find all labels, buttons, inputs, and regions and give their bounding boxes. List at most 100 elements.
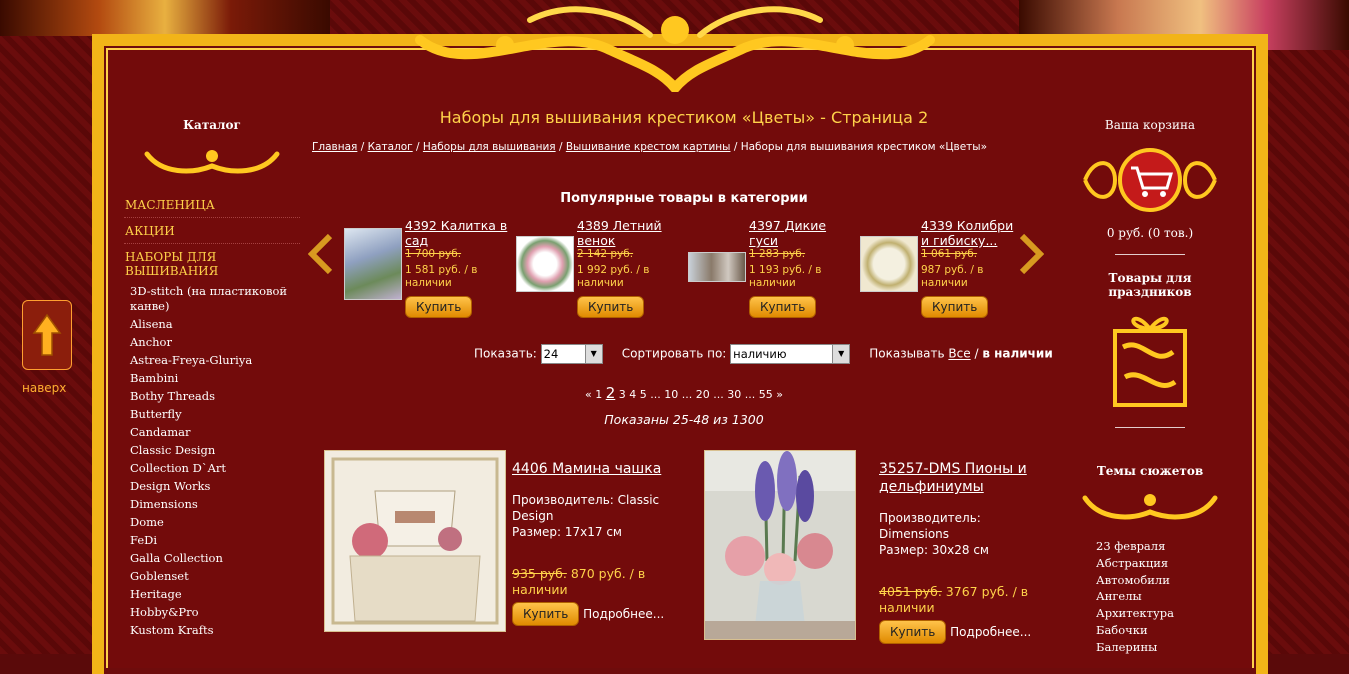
back-to-top-button[interactable] [22, 300, 72, 370]
popular-item-title[interactable]: 4392 Калитка в сад [405, 218, 515, 248]
product-size: Размер: 17x17 см [512, 525, 622, 539]
product-info: 35257-DMS Пионы и дельфиниумы Производит… [879, 460, 1049, 644]
product-thumbnail[interactable] [516, 236, 574, 292]
catalog-subitem[interactable]: Alisena [124, 316, 300, 334]
catalog-item-maslenitsa[interactable]: МАСЛЕНИЦА [124, 192, 300, 218]
catalog-subitem[interactable]: Goblenset [124, 568, 300, 586]
display-all-link[interactable]: Все [948, 347, 970, 361]
popular-item: 4339 Колибри и гибиску... 1 061 руб. 987… [860, 218, 1030, 318]
pager-page[interactable]: 4 [629, 388, 636, 401]
gift-icon[interactable] [1113, 307, 1187, 407]
product-thumbnail[interactable] [344, 228, 402, 300]
pager-page[interactable]: 30 [727, 388, 741, 401]
catalog-subitem[interactable]: Design Works [124, 478, 300, 496]
display-label: Показывать [869, 346, 945, 361]
theme-item[interactable]: Балерины [1096, 639, 1234, 656]
popular-carousel: 4392 Калитка в сад 1 700 руб. 1 581 руб.… [308, 218, 1056, 328]
themes-title: Темы сюжетов [1096, 464, 1204, 478]
per-page-value: 24 [543, 347, 559, 361]
product-image[interactable] [324, 450, 506, 632]
theme-item[interactable]: 23 февраля [1096, 538, 1234, 555]
catalog-subitem[interactable]: Dimensions [124, 496, 300, 514]
catalog-title: Каталог [183, 118, 241, 132]
pager-next[interactable]: » [776, 388, 783, 401]
catalog-subitem[interactable]: Collection D`Art [124, 460, 300, 478]
breadcrumb-home[interactable]: Главная [312, 141, 357, 153]
breadcrumb-separator: / [733, 141, 738, 153]
buy-button[interactable]: Купить [512, 602, 580, 626]
pager-page[interactable]: 55 [759, 388, 773, 401]
catalog-sidebar: Каталог МАСЛЕНИЦА АКЦИИ НАБОРЫ ДЛЯ ВЫШИВ… [124, 118, 300, 640]
breadcrumb-catalog[interactable]: Каталог [368, 141, 413, 153]
sort-select[interactable]: наличию ▼ [730, 344, 851, 364]
catalog-subitem[interactable]: 3D-stitch (на пластиковой канве) [124, 283, 300, 316]
catalog-subitem[interactable]: Butterfly [124, 406, 300, 424]
more-link[interactable]: Подробнее... [583, 607, 664, 621]
cart-icon[interactable] [1075, 140, 1225, 220]
carousel-prev-icon[interactable] [308, 234, 334, 274]
divider [1115, 254, 1185, 255]
product-thumbnail[interactable] [688, 252, 746, 282]
old-price: 935 руб. [512, 566, 567, 581]
back-to-top-label[interactable]: наверх [22, 381, 66, 395]
header-flowers-left [0, 0, 330, 36]
catalog-subitem[interactable]: Classic Design [124, 442, 300, 460]
old-price: 1 283 руб. [749, 248, 806, 260]
catalog-subitem[interactable]: Dome [124, 514, 300, 532]
popular-item-title[interactable]: 4339 Колибри и гибиску... [921, 218, 1016, 248]
catalog-subitem[interactable]: FeDi [124, 532, 300, 550]
more-link[interactable]: Подробнее... [950, 625, 1031, 639]
pager-ellipsis: ... [681, 388, 693, 401]
divider [1115, 427, 1185, 428]
pager-page[interactable]: 10 [664, 388, 678, 401]
pager-ellipsis: ... [713, 388, 724, 401]
pager-page[interactable]: 20 [696, 388, 710, 401]
buy-button[interactable]: Купить [921, 296, 989, 318]
catalog-subitem[interactable]: Candamar [124, 424, 300, 442]
pager-page[interactable]: 3 [619, 388, 626, 401]
breadcrumb-pictures[interactable]: Вышивание крестом картины [566, 141, 731, 153]
catalog-subitem[interactable]: Bambini [124, 370, 300, 388]
pager-page[interactable]: 1 [595, 388, 602, 401]
popular-item-title[interactable]: 4389 Летний венок [577, 218, 687, 248]
catalog-item-sales[interactable]: АКЦИИ [124, 218, 300, 244]
catalog-subitem[interactable]: Hobby&Pro [124, 604, 300, 622]
themes-list: 23 февраля Абстракция Автомобили Ангелы Архи… [1066, 538, 1234, 656]
theme-item[interactable]: Автомобили [1096, 572, 1234, 589]
cart-summary[interactable]: 0 руб. (0 тов.) [1066, 226, 1234, 240]
holidays-title: Товары для праздников [1108, 271, 1192, 299]
pager-page[interactable]: 2 [606, 384, 616, 402]
catalog-subitem[interactable]: Kustom Krafts [124, 622, 300, 640]
catalog-item-kits[interactable]: НАБОРЫ ДЛЯ ВЫШИВАНИЯ [124, 244, 300, 283]
product-title[interactable]: 4406 Мамина чашка [512, 460, 692, 478]
product-thumbnail[interactable] [860, 236, 918, 292]
gold-swirl-ornament [144, 150, 280, 174]
old-price: 2 142 руб. [577, 248, 634, 260]
breadcrumb-kits[interactable]: Наборы для вышивания [423, 141, 556, 153]
theme-item[interactable]: Архитектура [1096, 605, 1234, 622]
buy-button[interactable]: Купить [879, 620, 947, 644]
catalog-subitems: 3D-stitch (на пластиковой канве) Alisena A… [124, 283, 300, 640]
pager-page[interactable]: 5 [640, 388, 647, 401]
catalog-subitem[interactable]: Galla Collection [124, 550, 300, 568]
product-title[interactable]: 35257-DMS Пионы и дельфиниумы [879, 460, 1049, 496]
catalog-subitem[interactable]: Heritage [124, 586, 300, 604]
buy-button[interactable]: Купить [577, 296, 645, 318]
pager-prev[interactable]: « [585, 388, 592, 401]
old-price: 1 061 руб. [921, 248, 978, 260]
buy-button[interactable]: Купить [749, 296, 817, 318]
theme-item[interactable]: Бабочки [1096, 622, 1234, 639]
theme-item[interactable]: Абстракция [1096, 555, 1234, 572]
theme-item[interactable]: Ангелы [1096, 588, 1234, 605]
per-page-select[interactable]: 24 ▼ [540, 344, 603, 364]
product-image[interactable] [704, 450, 856, 640]
catalog-subitem[interactable]: Astrea-Freya-Gluriya [124, 352, 300, 370]
popular-item-title[interactable]: 4397 Дикие гуси [749, 218, 829, 248]
pagination: « 1 2 3 4 5 ... 10 ... 20 ... 30 ... 55 … [312, 384, 1056, 402]
sort-label: Сортировать по: [621, 346, 727, 361]
catalog-subitem[interactable]: Bothy Threads [124, 388, 300, 406]
buy-button[interactable]: Купить [405, 296, 473, 318]
catalog-subitem[interactable]: Anchor [124, 334, 300, 352]
right-sidebar: Ваша корзина 0 руб. (0 тов.) Товары для … [1066, 118, 1234, 656]
popular-title: Популярные товары в категории [560, 191, 808, 206]
